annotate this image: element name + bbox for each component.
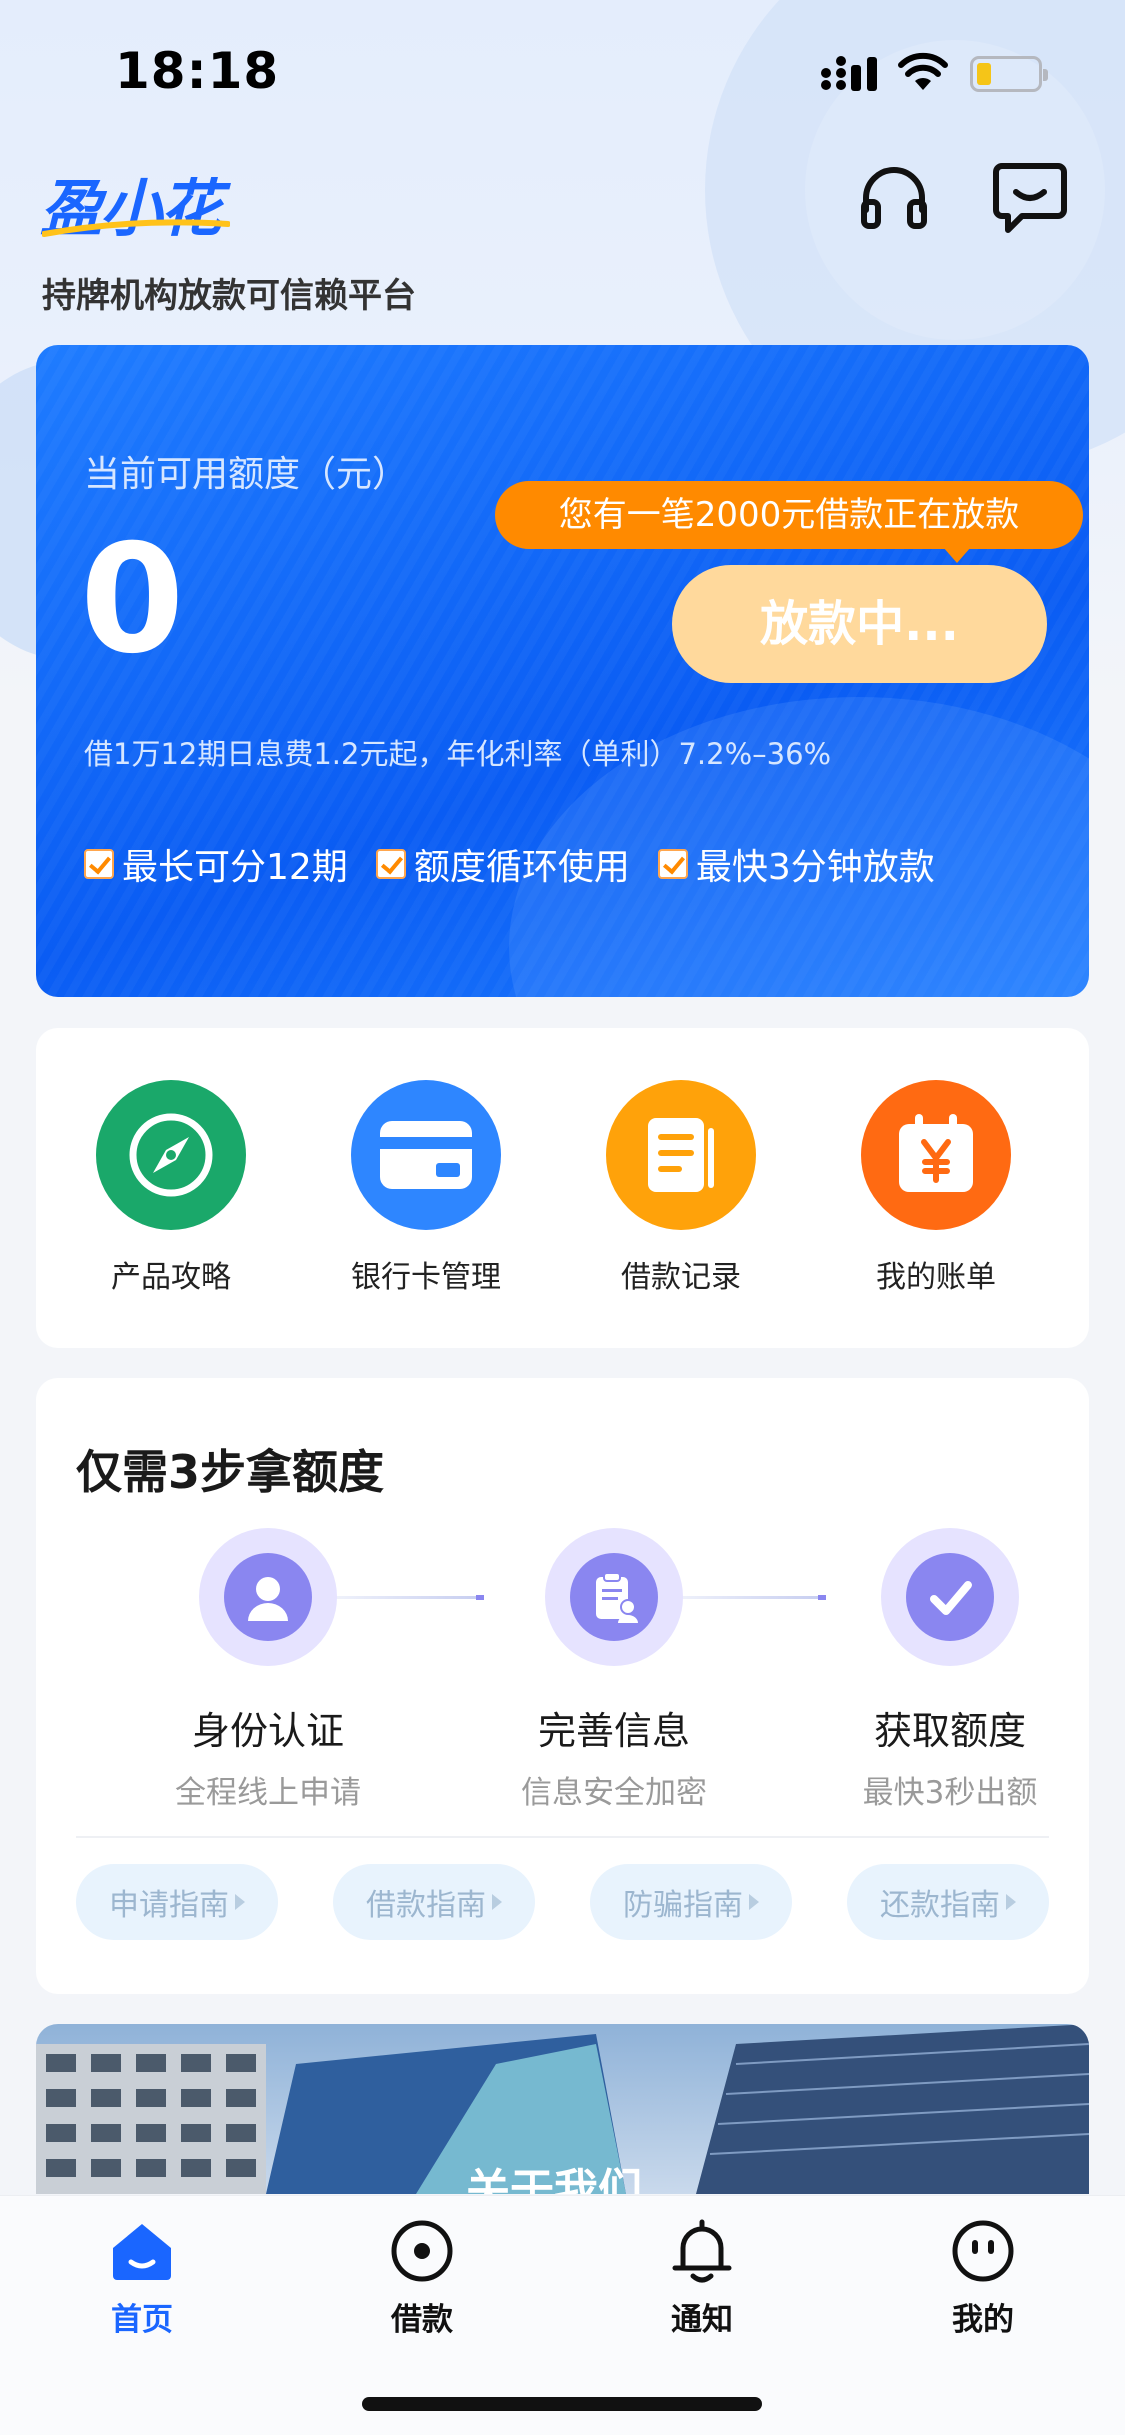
loan-status-button[interactable]: 放款中... <box>672 565 1047 683</box>
step-subtitle: 全程线上申请 <box>175 1775 361 1811</box>
divider <box>76 1836 1049 1838</box>
logo-swoosh-icon <box>42 219 230 237</box>
quick-actions-card: 产品攻略 银行卡管理 借款记录 我的账单 <box>36 1028 1089 1348</box>
smiley-icon <box>952 2220 1014 2282</box>
chevron-right-icon <box>749 1894 759 1910</box>
tab-home[interactable]: 首页 <box>62 2216 222 2339</box>
home-icon <box>113 2224 171 2280</box>
checkbox-icon <box>375 849 406 879</box>
loan-notice-tooltip: 您有一笔2000元借款正在放款 <box>495 481 1083 563</box>
quick-action-label: 我的账单 <box>876 1260 996 1295</box>
guide-loan-button[interactable]: 借款指南 <box>333 1864 535 1940</box>
checkbox-icon <box>657 849 688 879</box>
compass-icon <box>96 1080 246 1230</box>
bell-icon <box>672 2219 732 2283</box>
step-complete-info: 完善信息 信息安全加密 <box>474 1528 754 1812</box>
tab-me[interactable]: 我的 <box>903 2216 1063 2339</box>
feature-item: 最长可分12期 <box>84 838 348 890</box>
guide-label: 申请指南 <box>109 1888 229 1923</box>
quick-action-loan-records[interactable]: 借款记录 <box>581 1080 781 1296</box>
battery-icon <box>970 56 1048 92</box>
quick-action-label: 银行卡管理 <box>351 1260 501 1295</box>
status-time: 18:18 <box>115 42 280 100</box>
guide-repay-button[interactable]: 还款指南 <box>847 1864 1049 1940</box>
quick-action-label: 借款记录 <box>621 1260 741 1295</box>
step-title: 身份认证 <box>191 1709 344 1753</box>
feature-list: 最长可分12期 额度循环使用 最快3分钟放款 <box>84 838 963 890</box>
checkmark-icon <box>906 1553 994 1641</box>
feature-label: 额度循环使用 <box>413 847 630 888</box>
quick-action-label: 产品攻略 <box>111 1260 231 1295</box>
step-title: 获取额度 <box>873 1709 1026 1753</box>
tab-notifications[interactable]: 通知 <box>622 2216 782 2339</box>
guide-label: 防骗指南 <box>623 1888 743 1923</box>
rate-info: 借1万12期日息费1.2元起，年化利率（单利）7.2%–36% <box>84 737 832 771</box>
checkbox-icon <box>84 849 114 879</box>
feature-label: 最快3分钟放款 <box>695 847 935 888</box>
quick-action-bank-card[interactable]: 银行卡管理 <box>326 1080 526 1296</box>
status-bar: 18:18 <box>0 0 1125 140</box>
guide-anti-fraud-button[interactable]: 防骗指南 <box>590 1864 792 1940</box>
guide-apply-button[interactable]: 申请指南 <box>76 1864 278 1940</box>
step-title: 完善信息 <box>537 1709 690 1753</box>
chevron-right-icon <box>1006 1894 1016 1910</box>
loan-notice-text: 您有一笔2000元借款正在放款 <box>558 495 1020 535</box>
about-us-label: 关于我们 <box>466 2165 642 2194</box>
step-identity: 身份认证 全程线上申请 <box>128 1528 408 1812</box>
feature-item: 最快3分钟放款 <box>657 838 935 890</box>
tab-label: 通知 <box>671 2302 733 2338</box>
feature-item: 额度循环使用 <box>375 838 630 890</box>
clipboard-icon <box>570 1553 658 1641</box>
tab-label: 我的 <box>952 2302 1014 2338</box>
steps-title: 仅需3步拿额度 <box>76 1445 385 1499</box>
tab-label: 首页 <box>111 2302 173 2338</box>
quick-action-product-guide[interactable]: 产品攻略 <box>71 1080 271 1296</box>
chevron-right-icon <box>235 1894 245 1910</box>
person-icon <box>224 1553 312 1641</box>
guide-label: 借款指南 <box>366 1888 486 1923</box>
credit-limit-card: 当前可用额度（元） 0 您有一笔2000元借款正在放款 放款中... 借1万12… <box>36 345 1089 997</box>
steps-card: 仅需3步拿额度 身份认证 全程线上申请 完善信息 信息安全加密 获取额度 最快3… <box>36 1378 1089 1994</box>
quick-action-my-bills[interactable]: 我的账单 <box>836 1080 1036 1296</box>
step-subtitle: 信息安全加密 <box>521 1775 707 1811</box>
cellular-signal-icon <box>821 56 877 91</box>
step-get-limit: 获取额度 最快3秒出额 <box>810 1528 1090 1812</box>
tab-loan[interactable]: 借款 <box>342 2216 502 2339</box>
about-us-banner[interactable]: 关于我们 <box>36 2024 1089 2194</box>
home-indicator[interactable] <box>362 2397 762 2411</box>
chevron-right-icon <box>492 1894 502 1910</box>
loan-circle-icon <box>391 2220 453 2282</box>
building-image <box>696 2024 1089 2194</box>
tab-label: 借款 <box>391 2302 453 2338</box>
limit-value: 0 <box>80 513 185 687</box>
calendar-yuan-icon <box>861 1080 1011 1230</box>
feature-label: 最长可分12期 <box>122 847 348 888</box>
tagline: 持牌机构放款可信赖平台 <box>42 276 416 316</box>
message-icon[interactable] <box>992 160 1068 236</box>
headset-icon[interactable] <box>858 162 930 234</box>
step-subtitle: 最快3秒出额 <box>862 1775 1038 1811</box>
building-image <box>36 2044 266 2194</box>
document-icon <box>606 1080 756 1230</box>
wifi-icon <box>898 52 948 90</box>
limit-label: 当前可用额度（元） <box>84 454 409 495</box>
bank-card-icon <box>351 1080 501 1230</box>
guide-label: 还款指南 <box>880 1888 1000 1923</box>
